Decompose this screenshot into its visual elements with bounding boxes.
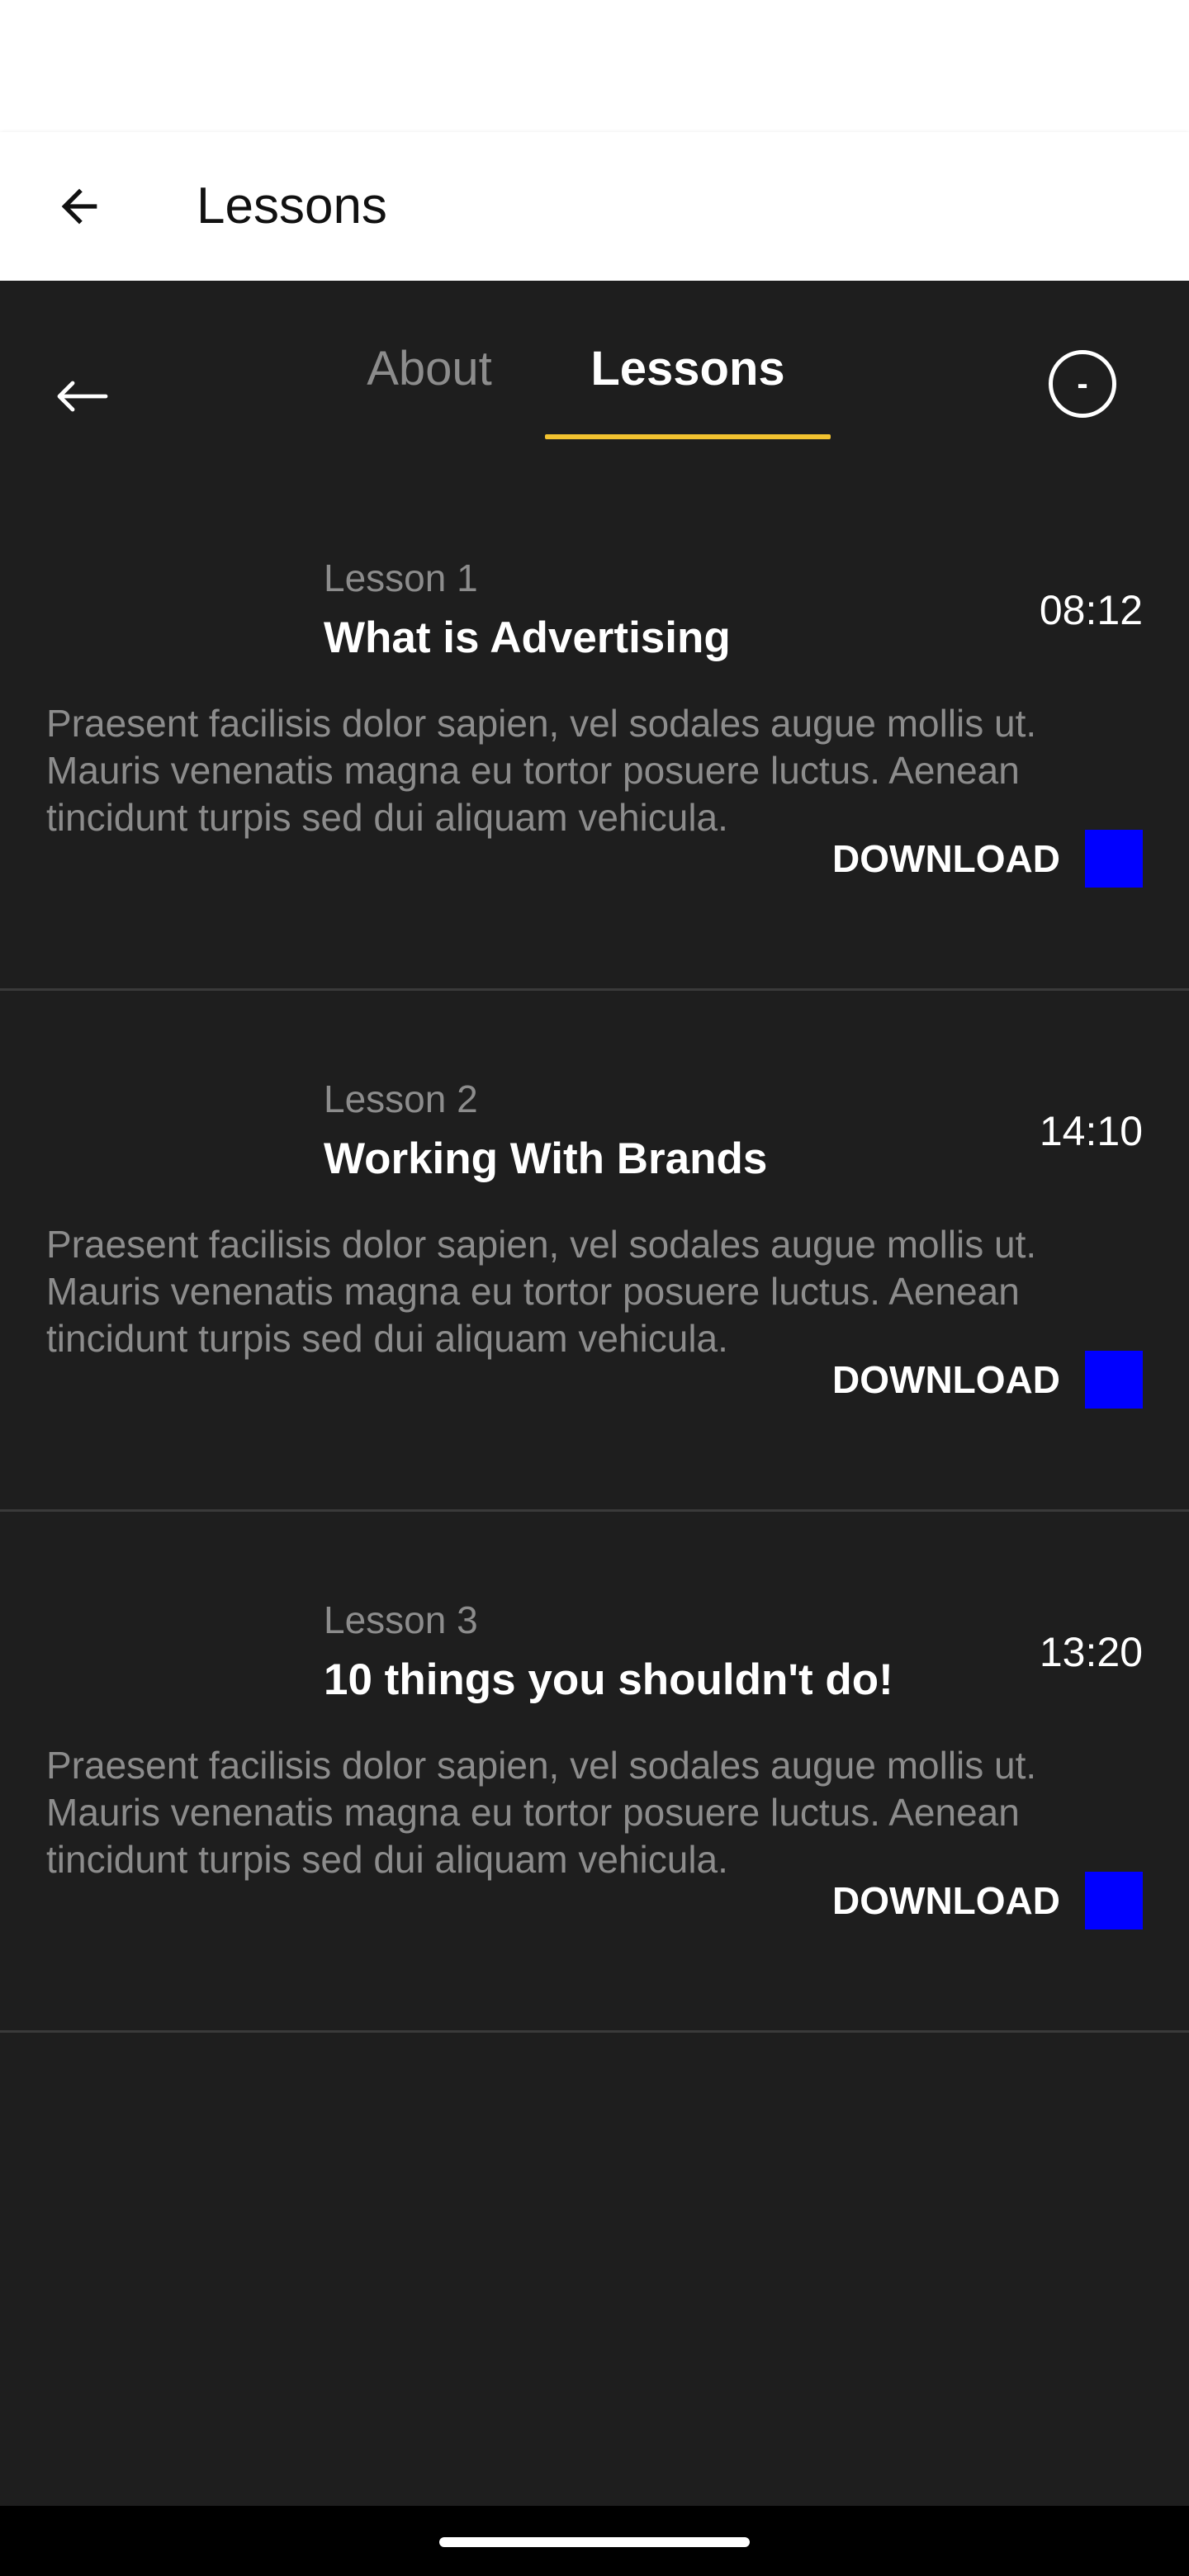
back-button[interactable] <box>46 173 112 239</box>
tab-lessons-label: Lessons <box>590 342 785 395</box>
lesson-duration: 14:10 <box>1039 1108 1143 1154</box>
arrow-left-icon <box>61 188 97 225</box>
lesson-thumbnail <box>46 1603 310 1752</box>
secondary-back-button[interactable] <box>50 372 116 421</box>
minus-circle-button[interactable]: - <box>1049 350 1116 418</box>
download-button[interactable]: DOWNLOAD <box>832 1350 1143 1409</box>
lesson-thumbnail <box>46 561 310 710</box>
download-label: DOWNLOAD <box>832 1879 1060 1922</box>
lesson-duration: 13:20 <box>1039 1629 1143 1675</box>
system-navigation-bar <box>0 2506 1189 2576</box>
arrow-left-icon <box>57 381 108 412</box>
download-icon <box>1085 830 1143 888</box>
download-icon <box>1085 1351 1143 1409</box>
lessons-content: About Lessons - Lesson 1 What is Adverti… <box>0 281 1189 2506</box>
active-tab-indicator <box>545 434 831 439</box>
lesson-duration: 08:12 <box>1039 587 1143 633</box>
lesson-number: Lesson 1 <box>324 556 478 599</box>
lesson-item[interactable]: Lesson 3 10 things you shouldn't do! 13:… <box>0 1513 1189 2033</box>
lesson-number: Lesson 3 <box>324 1598 478 1641</box>
lesson-description: Praesent facilisis dolor sapien, vel sod… <box>46 1744 1037 1881</box>
lesson-description: Praesent facilisis dolor sapien, vel sod… <box>46 1223 1037 1360</box>
status-bar <box>0 0 1189 132</box>
lesson-thumbnail <box>46 1082 310 1231</box>
lesson-title: 10 things you shouldn't do! <box>324 1655 893 1704</box>
page-title: Lessons <box>197 178 387 234</box>
home-gesture-handle[interactable] <box>439 2537 750 2547</box>
download-icon <box>1085 1872 1143 1930</box>
download-button[interactable]: DOWNLOAD <box>832 1871 1143 1930</box>
lesson-item[interactable]: Lesson 2 Working With Brands 14:10 Praes… <box>0 992 1189 1512</box>
app-bar: Lessons <box>0 132 1189 281</box>
download-label: DOWNLOAD <box>832 837 1060 880</box>
download-label: DOWNLOAD <box>832 1358 1060 1401</box>
tab-bar: About Lessons - <box>0 281 1189 462</box>
lesson-number: Lesson 2 <box>324 1077 478 1120</box>
tab-about[interactable]: About <box>347 340 512 439</box>
lesson-description: Praesent facilisis dolor sapien, vel sod… <box>46 702 1037 839</box>
lesson-title: Working With Brands <box>324 1134 768 1183</box>
tab-lessons[interactable]: Lessons <box>545 340 831 439</box>
lesson-title: What is Advertising <box>324 613 731 662</box>
tab-about-label: About <box>367 342 492 395</box>
lesson-item[interactable]: Lesson 1 What is Advertising 08:12 Praes… <box>0 471 1189 991</box>
download-button[interactable]: DOWNLOAD <box>832 829 1143 888</box>
minus-icon: - <box>1077 365 1088 402</box>
